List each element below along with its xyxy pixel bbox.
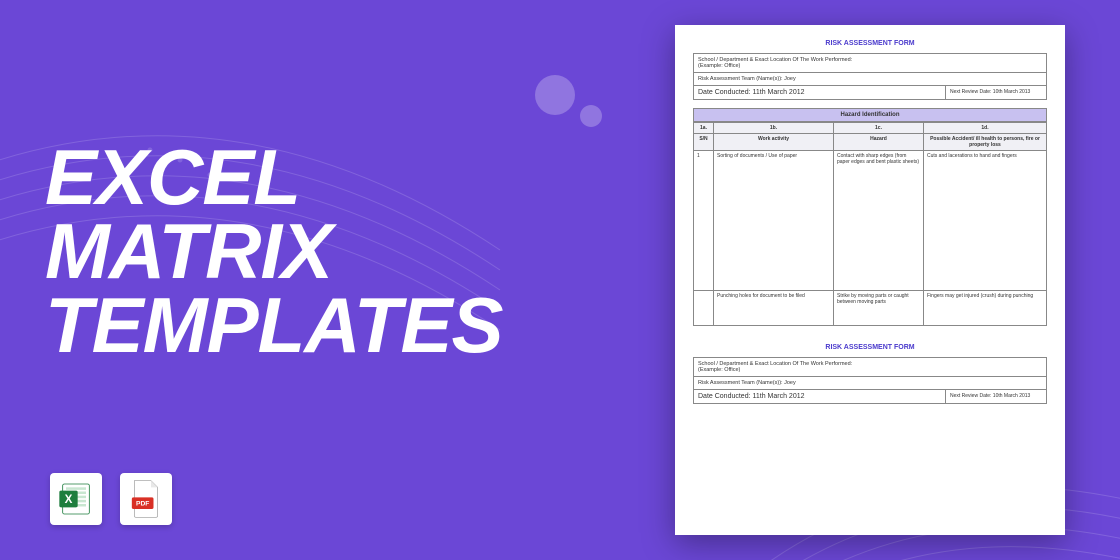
team-label: Risk Assessment Team (Name(s)): Joey	[694, 73, 1046, 86]
heading-line-2: MATRIX	[45, 214, 503, 288]
decorative-circle-small	[580, 105, 602, 127]
pdf-icon: PDF	[120, 473, 172, 525]
decorative-circle-large	[535, 75, 575, 115]
hazard-table: 1a. 1b. 1c. 1d. S/N Work activity Hazard…	[693, 122, 1047, 326]
col-1d: 1d.	[924, 123, 1047, 134]
row1-wa: Sorting of documents / Use of paper	[714, 151, 834, 291]
excel-icon: X	[50, 473, 102, 525]
row1-sn: 1	[694, 151, 714, 291]
row2-hz: Strike by moving parts or caught between…	[834, 291, 924, 326]
col-hz: Hazard	[834, 134, 924, 151]
svg-text:PDF: PDF	[136, 501, 149, 508]
row2-sn	[694, 291, 714, 326]
date-conducted-2: Date Conducted: 11th March 2012	[694, 390, 946, 403]
col-1c: 1c.	[834, 123, 924, 134]
row2-wa: Punching holes for document to be filed	[714, 291, 834, 326]
col-wa: Work activity	[714, 134, 834, 151]
doc-title-2: RISK ASSESSMENT FORM	[693, 344, 1047, 351]
file-type-icons: X PDF	[50, 473, 172, 525]
document-preview: RISK ASSESSMENT FORM School / Department…	[675, 25, 1065, 535]
main-heading: EXCEL MATRIX TEMPLATES	[45, 140, 503, 362]
svg-text:X: X	[65, 493, 73, 506]
row2-pa: Fingers may get injured (crush) during p…	[924, 291, 1047, 326]
team-label-2: Risk Assessment Team (Name(s)): Joey	[694, 377, 1046, 390]
doc-title: RISK ASSESSMENT FORM	[693, 40, 1047, 47]
next-review: Next Review Date: 10th March 2013	[946, 86, 1046, 99]
row1-pa: Cuts and lacerations to hand and fingers	[924, 151, 1047, 291]
col-pa: Possible Accident/ ill health to persons…	[924, 134, 1047, 151]
location-example-2: (Example: Office)	[698, 367, 1042, 373]
heading-line-3: TEMPLATES	[45, 288, 503, 362]
col-sn: S/N	[694, 134, 714, 151]
heading-line-1: EXCEL	[45, 140, 503, 214]
next-review-2: Next Review Date: 10th March 2013	[946, 390, 1046, 403]
location-example: (Example: Office)	[698, 63, 1042, 69]
hazard-header: Hazard Identification	[693, 108, 1047, 122]
date-conducted: Date Conducted: 11th March 2012	[694, 86, 946, 99]
col-1b: 1b.	[714, 123, 834, 134]
row1-hz: Contact with sharp edges (from paper edg…	[834, 151, 924, 291]
col-1a: 1a.	[694, 123, 714, 134]
